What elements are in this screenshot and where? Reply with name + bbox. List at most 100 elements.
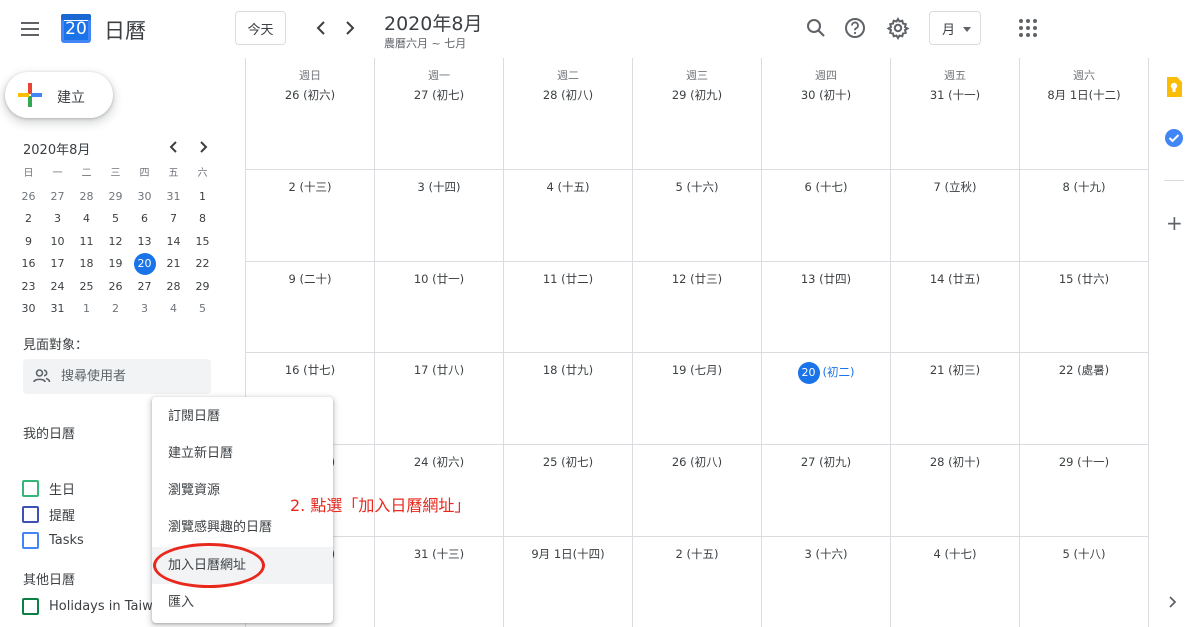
- day-cell[interactable]: 2 (十五): [633, 537, 762, 627]
- day-cell[interactable]: 5 (十八): [1020, 537, 1149, 627]
- add-addon-button[interactable]: +: [1166, 213, 1183, 233]
- menu-item[interactable]: 訂閱日曆: [152, 398, 333, 435]
- mini-day[interactable]: 3: [130, 298, 159, 321]
- day-number[interactable]: 4 (十七): [891, 546, 1019, 562]
- checkbox[interactable]: [22, 598, 39, 615]
- day-number[interactable]: 3 (十四): [375, 179, 503, 195]
- day-cell[interactable]: 20 (初二): [762, 353, 891, 444]
- day-cell[interactable]: 5 (十六): [633, 170, 762, 261]
- day-cell[interactable]: 3 (十六): [762, 537, 891, 627]
- mini-day[interactable]: 23: [14, 276, 43, 299]
- day-number[interactable]: 4 (十五): [504, 179, 632, 195]
- mini-day[interactable]: 29: [101, 186, 130, 209]
- day-number[interactable]: 6 (十七): [762, 179, 890, 195]
- google-apps-button[interactable]: [1017, 17, 1039, 39]
- day-cell[interactable]: 15 (廿六): [1020, 262, 1149, 352]
- day-number[interactable]: 12 (廿三): [633, 271, 761, 287]
- calendar-item-reminders[interactable]: 提醒: [22, 505, 75, 524]
- day-cell[interactable]: 17 (廿八): [375, 353, 504, 444]
- mini-day[interactable]: 21: [159, 253, 188, 276]
- mini-next-button[interactable]: [195, 138, 211, 156]
- menu-item[interactable]: 匯入: [152, 584, 333, 621]
- day-number[interactable]: 5 (十八): [1020, 546, 1148, 562]
- mini-day[interactable]: 8: [188, 208, 217, 231]
- day-cell[interactable]: 9月 1日(十四): [504, 537, 633, 627]
- view-selector[interactable]: 月: [929, 11, 981, 45]
- day-cell[interactable]: 6 (十七): [762, 170, 891, 261]
- day-cell[interactable]: 18 (廿九): [504, 353, 633, 444]
- mini-day[interactable]: 5: [188, 298, 217, 321]
- mini-day[interactable]: 13: [130, 231, 159, 254]
- day-number[interactable]: 22 (處暑): [1020, 362, 1148, 378]
- mini-day[interactable]: 17: [43, 253, 72, 276]
- mini-day[interactable]: 9: [14, 231, 43, 254]
- day-number[interactable]: 26 (初八): [633, 454, 761, 470]
- day-cell[interactable]: 13 (廿四): [762, 262, 891, 352]
- help-button[interactable]: [842, 15, 868, 41]
- today-date[interactable]: 20 (初二): [762, 362, 890, 384]
- people-search-input[interactable]: [61, 359, 201, 394]
- day-number[interactable]: 3 (十六): [762, 546, 890, 562]
- mini-day[interactable]: 28: [72, 186, 101, 209]
- day-cell[interactable]: 28 (初十): [891, 445, 1020, 536]
- day-cell[interactable]: 7 (立秋): [891, 170, 1020, 261]
- day-cell[interactable]: 2 (十三): [246, 170, 375, 261]
- day-number[interactable]: 8月 1日(十二): [1020, 87, 1148, 103]
- day-cell[interactable]: 14 (廿五): [891, 262, 1020, 352]
- day-number[interactable]: 9 (二十): [246, 271, 374, 287]
- day-cell[interactable]: 週六 8月 1日(十二): [1020, 58, 1149, 169]
- mini-day[interactable]: 14: [159, 231, 188, 254]
- tasks-button[interactable]: [1164, 128, 1184, 152]
- day-cell[interactable]: 9 (二十): [246, 262, 375, 352]
- mini-day[interactable]: 12: [101, 231, 130, 254]
- create-button[interactable]: 建立: [5, 72, 113, 118]
- day-cell[interactable]: 29 (十一): [1020, 445, 1149, 536]
- mini-day[interactable]: 4: [159, 298, 188, 321]
- day-cell[interactable]: 27 (初九): [762, 445, 891, 536]
- day-number[interactable]: 15 (廿六): [1020, 271, 1148, 287]
- day-number[interactable]: 28 (初八): [504, 87, 632, 103]
- day-number[interactable]: 27 (初九): [762, 454, 890, 470]
- mini-day[interactable]: 18: [72, 253, 101, 276]
- day-cell[interactable]: 10 (廿一): [375, 262, 504, 352]
- people-search[interactable]: [23, 359, 211, 394]
- mini-day[interactable]: 27: [43, 186, 72, 209]
- day-cell[interactable]: 12 (廿三): [633, 262, 762, 352]
- mini-day[interactable]: 31: [159, 186, 188, 209]
- day-cell[interactable]: 21 (初三): [891, 353, 1020, 444]
- mini-day[interactable]: 30: [130, 186, 159, 209]
- mini-day[interactable]: 11: [72, 231, 101, 254]
- day-cell[interactable]: 24 (初六): [375, 445, 504, 536]
- day-cell[interactable]: 22 (處暑): [1020, 353, 1149, 444]
- mini-day[interactable]: 31: [43, 298, 72, 321]
- mini-day[interactable]: 30: [14, 298, 43, 321]
- other-calendars-title[interactable]: 其他日曆: [23, 569, 75, 588]
- day-number[interactable]: 8 (十九): [1020, 179, 1148, 195]
- day-number[interactable]: 30 (初十): [762, 87, 890, 103]
- today-button[interactable]: 今天: [235, 11, 286, 45]
- calendar-item-tasks[interactable]: Tasks: [22, 532, 84, 549]
- day-cell[interactable]: 週二 28 (初八): [504, 58, 633, 169]
- day-cell[interactable]: 25 (初七): [504, 445, 633, 536]
- show-side-panel-button[interactable]: [1167, 594, 1179, 614]
- mini-day[interactable]: 26: [14, 186, 43, 209]
- mini-day[interactable]: 2: [14, 208, 43, 231]
- main-menu-button[interactable]: [14, 14, 46, 44]
- day-number[interactable]: 10 (廿一): [375, 271, 503, 287]
- mini-day[interactable]: 15: [188, 231, 217, 254]
- day-number[interactable]: 13 (廿四): [762, 271, 890, 287]
- day-number[interactable]: 24 (初六): [375, 454, 503, 470]
- day-number[interactable]: 16 (廿七): [246, 362, 374, 378]
- prev-month-button[interactable]: [310, 14, 332, 42]
- day-cell[interactable]: 11 (廿二): [504, 262, 633, 352]
- day-cell[interactable]: 4 (十五): [504, 170, 633, 261]
- day-number[interactable]: 31 (十三): [375, 546, 503, 562]
- day-number[interactable]: 19 (七月): [633, 362, 761, 378]
- day-cell[interactable]: 3 (十四): [375, 170, 504, 261]
- mini-day[interactable]: 22: [188, 253, 217, 276]
- day-cell[interactable]: 週四 30 (初十): [762, 58, 891, 169]
- day-cell[interactable]: 週三 29 (初九): [633, 58, 762, 169]
- day-number[interactable]: 25 (初七): [504, 454, 632, 470]
- day-cell[interactable]: 週日 26 (初六): [246, 58, 375, 169]
- day-number[interactable]: 5 (十六): [633, 179, 761, 195]
